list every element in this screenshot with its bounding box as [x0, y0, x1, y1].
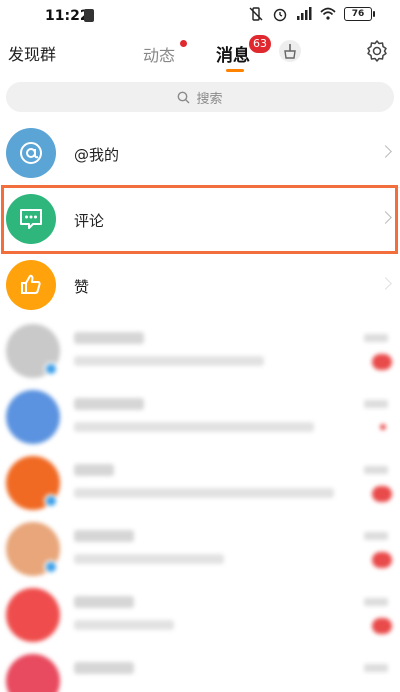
at-icon — [20, 142, 42, 164]
unread-badge — [372, 486, 392, 502]
conversation-title-placeholder — [74, 662, 134, 674]
conversation-preview-placeholder — [74, 488, 334, 498]
unread-dot — [380, 424, 386, 430]
clear-unread-button[interactable] — [279, 40, 301, 62]
list-item[interactable] — [0, 582, 400, 648]
battery-level: 76 — [351, 9, 365, 19]
conversation-list — [0, 318, 400, 692]
conversation-preview-placeholder — [74, 356, 264, 366]
list-item-mentions[interactable]: @我的 — [0, 122, 400, 188]
active-tab-indicator — [226, 69, 244, 72]
list-item[interactable] — [0, 648, 400, 692]
conversation-preview-placeholder — [74, 422, 314, 432]
conversation-title-placeholder — [74, 332, 144, 344]
message-count-badge: 63 — [249, 35, 271, 53]
settings-gear-icon[interactable] — [364, 38, 390, 64]
battery-indicator: 76 — [344, 7, 375, 21]
likes-avatar — [6, 260, 56, 310]
thumbs-up-icon — [21, 274, 41, 294]
sim-icon — [84, 9, 94, 22]
unread-dot — [180, 40, 187, 47]
unread-badge — [372, 618, 392, 634]
conversation-time-placeholder — [364, 664, 388, 672]
list-item-likes[interactable]: 赞 — [0, 254, 400, 320]
list-item[interactable] — [0, 384, 400, 450]
status-bar: 11:22 76 — [0, 0, 400, 30]
conversation-time-placeholder — [364, 598, 388, 606]
verified-badge — [44, 560, 58, 574]
mentions-avatar — [6, 128, 56, 178]
conversation-title-placeholder — [74, 464, 114, 476]
mentions-label: @我的 — [74, 146, 120, 164]
unread-badge — [372, 552, 392, 568]
search-placeholder: 搜索 — [196, 91, 223, 107]
unread-badge — [372, 354, 392, 370]
highlight-box — [1, 185, 398, 254]
status-icons: 76 — [248, 6, 375, 22]
top-nav: 发现群 动态 消息 63 — [0, 32, 400, 72]
avatar — [6, 588, 60, 642]
likes-label: 赞 — [74, 278, 90, 296]
chevron-right-icon — [379, 145, 392, 158]
search-bar[interactable]: 搜索 — [6, 82, 394, 112]
list-item[interactable] — [0, 318, 400, 384]
list-item[interactable] — [0, 516, 400, 582]
verified-badge — [44, 494, 58, 508]
list-item[interactable] — [0, 450, 400, 516]
alarm-icon — [273, 8, 287, 22]
broom-icon — [284, 44, 296, 59]
avatar — [6, 390, 60, 444]
tab-messages[interactable]: 消息 — [216, 41, 250, 66]
conversation-time-placeholder — [364, 334, 388, 342]
conversation-time-placeholder — [364, 466, 388, 474]
conversation-preview-placeholder — [74, 620, 174, 630]
chevron-right-icon — [379, 277, 392, 290]
discover-groups-link[interactable]: 发现群 — [8, 41, 56, 65]
status-time: 11:22 — [45, 8, 90, 24]
verified-badge — [44, 362, 58, 376]
conversation-preview-placeholder — [74, 554, 224, 564]
wifi-icon — [320, 7, 336, 20]
conversation-title-placeholder — [74, 596, 134, 608]
conversation-title-placeholder — [74, 530, 134, 542]
avatar — [6, 654, 60, 692]
tab-dynamic[interactable]: 动态 — [143, 42, 175, 66]
signal-icon — [297, 7, 312, 20]
conversation-time-placeholder — [364, 400, 388, 408]
conversation-title-placeholder — [74, 398, 144, 410]
vibrate-off-icon — [249, 7, 263, 21]
search-icon — [178, 91, 190, 103]
conversation-time-placeholder — [364, 532, 388, 540]
